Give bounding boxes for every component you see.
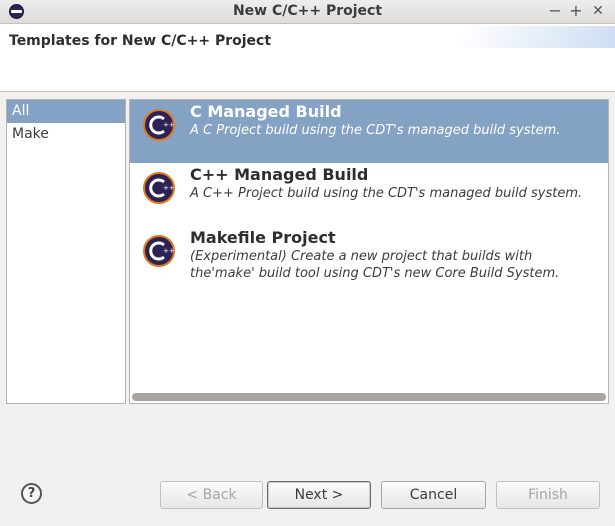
svg-text:++: ++ (163, 184, 175, 192)
template-name: C Managed Build (190, 102, 342, 121)
next-button[interactable]: Next > (267, 481, 371, 509)
title-bar: New C/C++ Project − + ✕ (0, 0, 615, 24)
template-name: C++ Managed Build (190, 165, 369, 184)
template-item-cpp-managed-build[interactable]: ++ C++ Managed Build A C++ Project build… (130, 163, 608, 226)
maximize-button[interactable]: + (567, 1, 585, 20)
cdt-c-icon: ++ (143, 109, 175, 141)
template-description: A C Project build using the CDT's manage… (190, 123, 561, 138)
back-button[interactable]: < Back (160, 481, 263, 509)
window-title: New C/C++ Project (232, 3, 383, 19)
cancel-button[interactable]: Cancel (381, 481, 486, 509)
template-item-makefile-project[interactable]: ++ Makefile Project (Experimental) Creat… (130, 226, 608, 306)
close-button[interactable]: ✕ (589, 3, 607, 19)
horizontal-scrollbar[interactable] (132, 393, 606, 401)
help-icon[interactable]: ? (21, 483, 42, 504)
finish-button[interactable]: Finish (496, 481, 600, 509)
svg-text:++: ++ (163, 247, 175, 255)
template-name: Makefile Project (190, 228, 336, 247)
header-banner-graphic (455, 26, 615, 48)
category-item-make[interactable]: Make (7, 123, 125, 146)
cdt-cpp-icon: ++ (143, 172, 175, 204)
template-description: (Experimental) Create a new project that… (190, 249, 560, 281)
svg-text:++: ++ (163, 121, 175, 129)
minimize-button[interactable]: − (546, 1, 564, 20)
template-list[interactable]: ++ C Managed Build A C Project build usi… (129, 99, 609, 404)
wizard-header: Templates for New C/C++ Project (0, 24, 615, 92)
category-list[interactable]: All Make (6, 99, 126, 404)
page-title: Templates for New C/C++ Project (9, 33, 272, 49)
template-description: A C++ Project build using the CDT's mana… (190, 186, 583, 201)
cdt-cpp-icon: ++ (143, 235, 175, 267)
template-item-c-managed-build[interactable]: ++ C Managed Build A C Project build usi… (130, 100, 608, 163)
category-item-all[interactable]: All (7, 100, 125, 123)
